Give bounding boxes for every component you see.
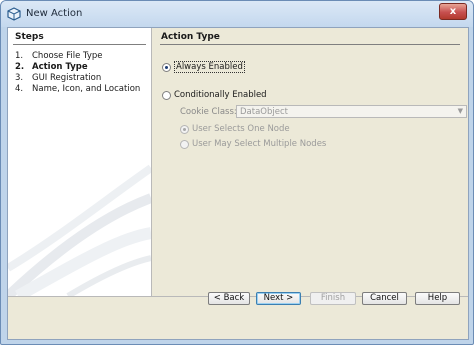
conditionally-enabled-radio[interactable]: Conditionally Enabled [162,90,267,100]
step-number: 4. [15,84,24,94]
radio-selected-icon [162,62,171,72]
title-bar[interactable]: New Action x [1,1,473,27]
radio-unselected-icon [162,90,171,100]
back-button[interactable]: < Back [208,292,250,305]
step-label: GUI Registration [32,73,102,83]
steps-divider [13,44,146,45]
step-item: 4. Name, Icon, and Location [15,84,140,95]
radio-unselected-icon [180,139,189,149]
steps-list: 1. Choose File Type 2. Action Type 3. GUI R… [15,51,140,95]
close-icon: x [449,6,457,17]
step-item: 1. Choose File Type [15,51,140,62]
step-label: Choose File Type [32,51,103,61]
step-item-current: 2. Action Type [15,62,140,73]
steps-panel: Steps 1. Choose File Type 2. Action Type 3… [8,28,152,296]
step-number: 1. [15,51,24,61]
netbeans-cube-icon [7,7,21,21]
steps-heading: Steps [15,32,44,42]
cancel-button[interactable]: Cancel [362,292,407,305]
user-selects-one-node-radio[interactable]: User Selects One Node [180,124,290,134]
always-enabled-radio[interactable]: Always Enabled [162,61,245,73]
cookie-class-dropdown[interactable]: DataObject ▼ [236,105,467,118]
cookie-class-label: Cookie Class: [180,107,237,117]
panel-title: Action Type [161,32,220,42]
steps-panel-decoration [8,164,151,296]
dialog-window: New Action x Steps 1. Choose File Type 2.… [0,0,474,345]
next-button[interactable]: Next > [256,292,301,305]
step-item: 3. GUI Registration [15,73,140,84]
chevron-down-icon: ▼ [457,107,463,115]
panel-divider [160,44,460,45]
window-title: New Action [26,8,83,19]
finish-button[interactable]: Finish [310,292,356,305]
step-number: 2. [15,62,25,72]
step-label: Name, Icon, and Location [32,84,141,94]
user-selects-multiple-nodes-radio[interactable]: User May Select Multiple Nodes [180,139,326,149]
radio-label: User May Select Multiple Nodes [192,139,327,149]
radio-selected-icon [180,124,189,134]
radio-label: Conditionally Enabled [174,90,267,100]
radio-label: User Selects One Node [192,124,290,134]
step-number: 3. [15,73,24,83]
close-button[interactable]: x [439,3,467,20]
step-label: Action Type [32,62,88,72]
radio-label: Always Enabled [174,61,245,73]
cookie-class-value: DataObject [240,107,288,117]
help-button[interactable]: Help [415,292,460,305]
action-type-panel: Action Type Always Enabled Conditionally… [152,28,468,296]
